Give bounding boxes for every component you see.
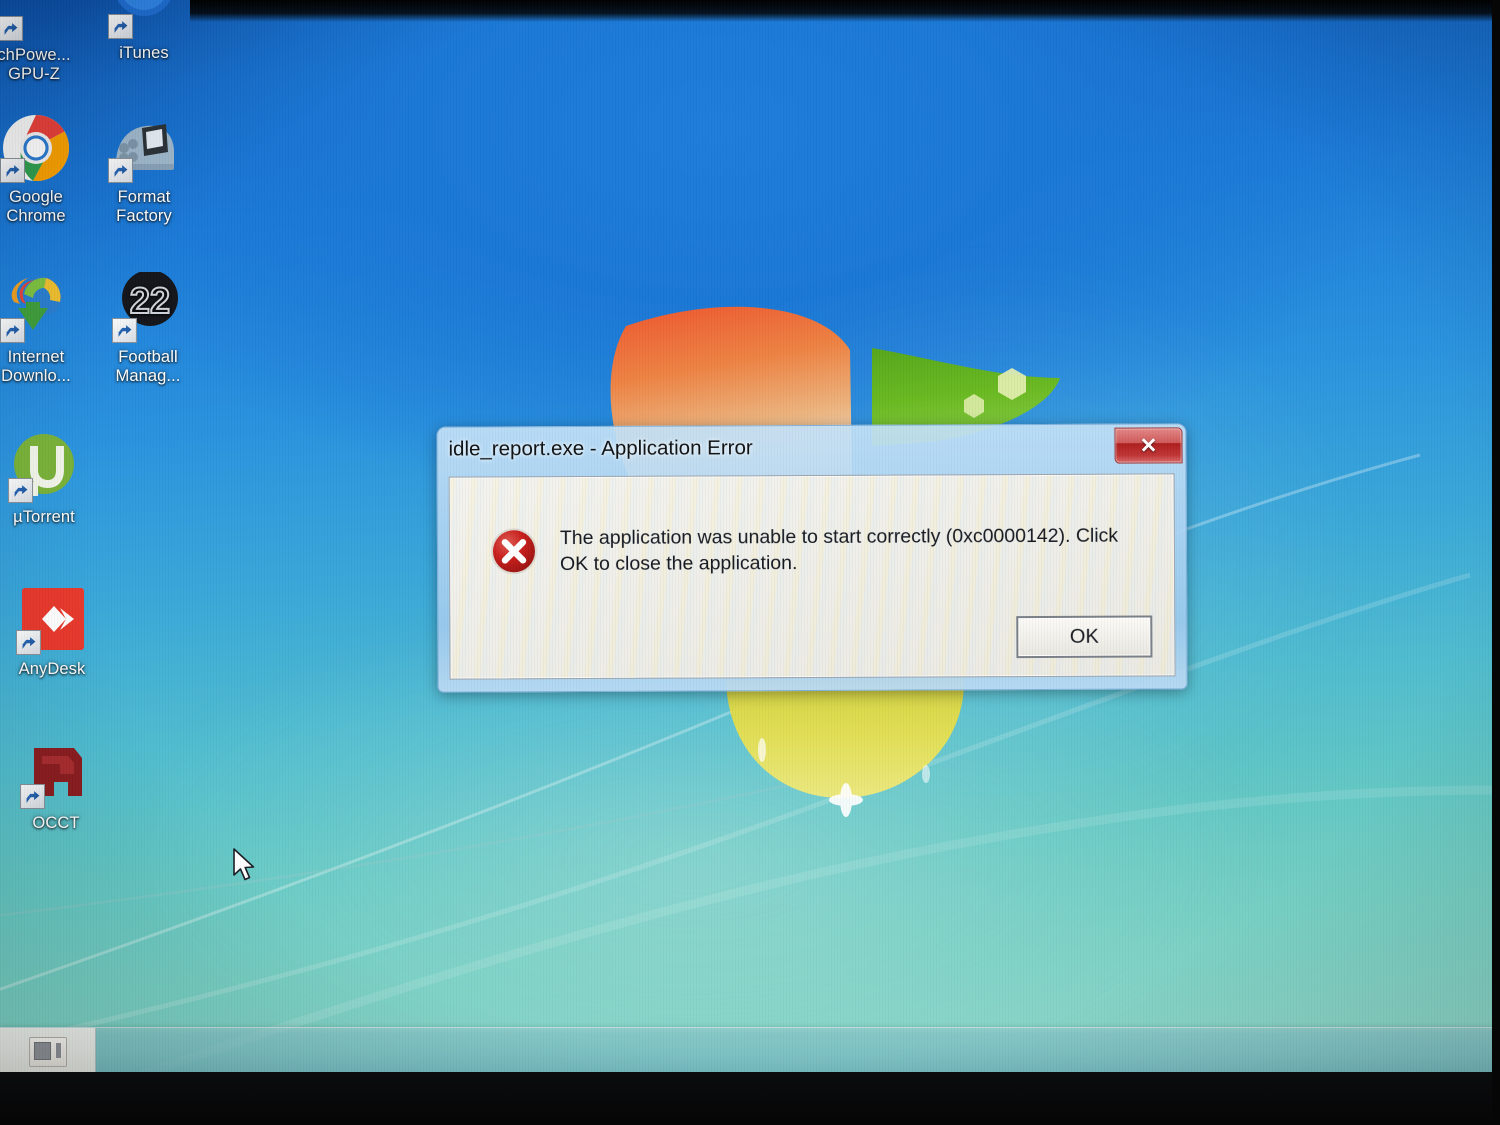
- taskbar-start-area[interactable]: [0, 1028, 96, 1075]
- desktop-icon-label: Football Manag...: [115, 348, 181, 385]
- desktop-icon-label: OCCT: [32, 814, 80, 832]
- monitor-photo: chPowe... GPU-Z iTunes Google Chrome For…: [0, 0, 1500, 1125]
- dialog-titlebar[interactable]: idle_report.exe - Application Error ✕: [436, 423, 1186, 473]
- application-error-dialog[interactable]: idle_report.exe - Application Error ✕ Th…: [436, 423, 1188, 693]
- format-factory-icon: [108, 112, 180, 184]
- itunes-icon: [108, 0, 180, 40]
- desktop-icon-anydesk[interactable]: AnyDesk: [0, 584, 104, 679]
- display-settings-icon[interactable]: [28, 1036, 67, 1067]
- ok-button[interactable]: OK: [1016, 615, 1153, 659]
- desktop-icon-football-manager[interactable]: 22 Football Manag...: [96, 270, 200, 386]
- desktop-icon-label: Format Factory: [116, 188, 172, 225]
- shortcut-arrow-icon: [108, 14, 133, 39]
- desktop-icon-gpuz[interactable]: chPowe... GPU-Z: [0, 0, 86, 84]
- desktop-icon-label: iTunes: [119, 44, 169, 62]
- desktop-icon-label: chPowe... GPU-Z: [0, 46, 71, 83]
- desktop-icon-label: Google Chrome: [6, 188, 66, 225]
- close-button[interactable]: ✕: [1114, 427, 1183, 464]
- gpuz-icon: [0, 0, 70, 42]
- taskbar[interactable]: [0, 1027, 1500, 1075]
- shortcut-arrow-icon: [112, 318, 137, 343]
- svg-text:22: 22: [130, 280, 170, 321]
- desktop-icon-internet-download-manager[interactable]: Internet Downlo...: [0, 272, 88, 386]
- idm-icon: [0, 272, 72, 344]
- dialog-title: idle_report.exe - Application Error: [448, 436, 753, 461]
- football-manager-icon: 22: [112, 270, 184, 344]
- desktop-icon-google-chrome[interactable]: Google Chrome: [0, 112, 88, 226]
- shortcut-arrow-icon: [16, 630, 41, 655]
- dialog-body: The application was unable to start corr…: [448, 473, 1176, 680]
- shortcut-arrow-icon: [0, 318, 25, 343]
- ok-button-label: OK: [1069, 625, 1099, 648]
- dialog-message: The application was unable to start corr…: [559, 524, 1119, 576]
- desktop-icon-itunes[interactable]: iTunes: [92, 0, 196, 63]
- dialog-message-row: The application was unable to start corr…: [490, 523, 1130, 578]
- desktop-icon-label: Internet Downlo...: [1, 348, 71, 385]
- occt-icon: [20, 738, 92, 810]
- desktop-icon-label: AnyDesk: [18, 660, 86, 678]
- close-icon: ✕: [1139, 433, 1158, 458]
- desktop-icon-occt[interactable]: OCCT: [4, 738, 108, 833]
- monitor-bezel-bottom: [0, 1072, 1500, 1125]
- utorrent-icon: [8, 432, 80, 504]
- desktop-icon-label: µTorrent: [13, 508, 75, 526]
- desktop[interactable]: chPowe... GPU-Z iTunes Google Chrome For…: [0, 0, 1500, 1075]
- shortcut-arrow-icon: [8, 478, 33, 503]
- shortcut-arrow-icon: [108, 158, 133, 183]
- desktop-icon-utorrent[interactable]: µTorrent: [0, 432, 96, 527]
- shortcut-arrow-icon: [0, 158, 25, 183]
- monitor-bezel-right: [1492, 0, 1500, 1125]
- desktop-icon-format-factory[interactable]: Format Factory: [92, 112, 196, 226]
- shortcut-arrow-icon: [20, 784, 45, 809]
- error-icon: [490, 528, 537, 575]
- chrome-icon: [0, 112, 72, 184]
- mouse-cursor: [233, 848, 255, 881]
- shortcut-arrow-icon: [0, 16, 23, 41]
- anydesk-icon: [16, 584, 88, 656]
